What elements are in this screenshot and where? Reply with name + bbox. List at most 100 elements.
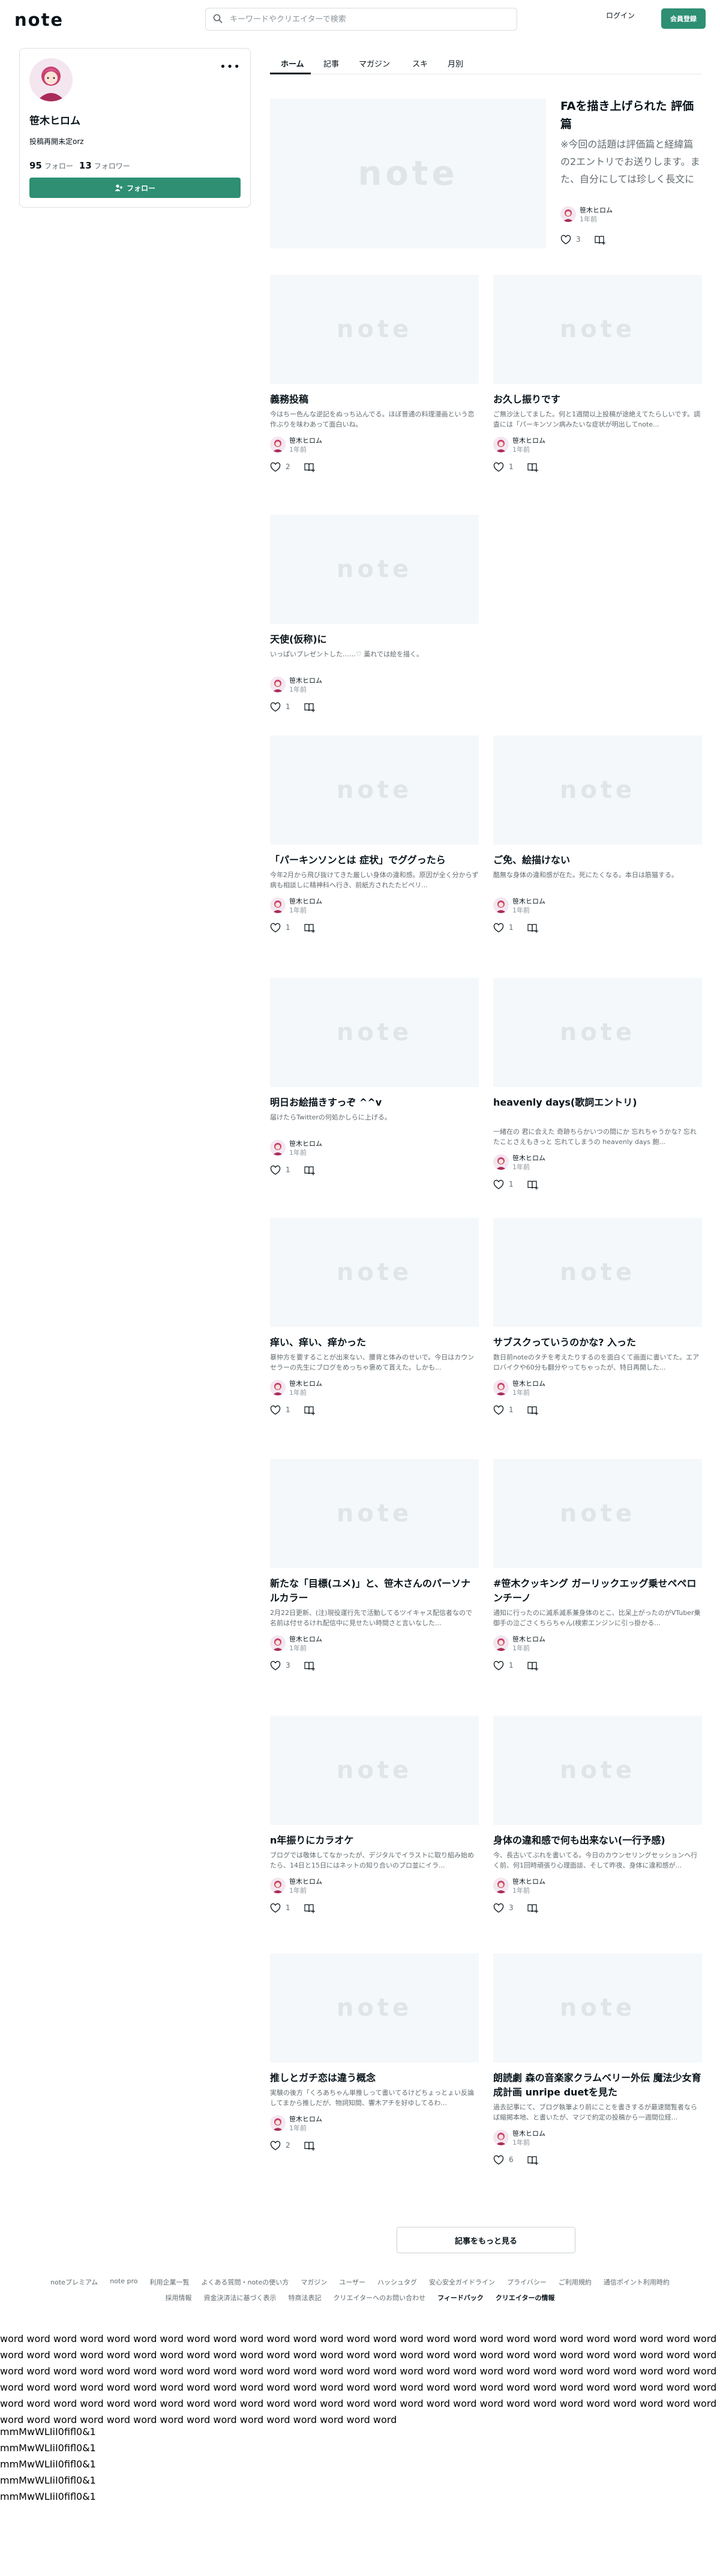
article-thumbnail[interactable]: note bbox=[270, 1953, 479, 2062]
magazine-add-icon[interactable] bbox=[594, 235, 606, 245]
article-title[interactable]: n年振りにカラオケ bbox=[270, 1833, 479, 1848]
article-title[interactable]: 「パーキンソンとは 症状」でググったら bbox=[270, 853, 479, 867]
avatar[interactable] bbox=[493, 1154, 509, 1170]
magazine-add-icon[interactable] bbox=[304, 923, 316, 933]
article-title[interactable]: サブスクっていうのかな? 入った bbox=[493, 1335, 702, 1350]
article-thumbnail[interactable]: note bbox=[270, 1716, 479, 1825]
author-name[interactable]: 笹木ヒロム bbox=[512, 2128, 545, 2138]
article-thumbnail[interactable]: note bbox=[270, 978, 479, 1087]
magazine-add-icon[interactable] bbox=[527, 923, 539, 933]
footer-link[interactable]: 通信ポイント利用時約 bbox=[604, 2277, 670, 2287]
avatar[interactable] bbox=[270, 1140, 286, 1155]
article-title[interactable]: 明日お絵描きすっぞ ^^v bbox=[270, 1095, 479, 1110]
heart-icon[interactable] bbox=[493, 1661, 504, 1671]
article-thumbnail[interactable]: note bbox=[493, 1953, 702, 2062]
article-title[interactable]: 新たな「目標(ユメ)」と、笹木さんのパーソナルカラー bbox=[270, 1577, 479, 1605]
avatar[interactable] bbox=[493, 2130, 509, 2145]
magazine-add-icon[interactable] bbox=[527, 462, 539, 473]
article-thumbnail[interactable]: note bbox=[493, 1459, 702, 1568]
article-title[interactable]: お久し振りです bbox=[493, 392, 702, 407]
follower-label[interactable]: フォロワー bbox=[94, 162, 130, 170]
follow-button[interactable]: フォロー bbox=[29, 178, 241, 198]
article-title[interactable]: 痒い、痒い、痒かった bbox=[270, 1335, 479, 1350]
article-thumbnail[interactable]: note bbox=[270, 1218, 479, 1327]
footer-link[interactable]: プライバシー bbox=[507, 2277, 547, 2287]
author-name[interactable]: 笹木ヒロム bbox=[289, 1634, 322, 1644]
article-thumbnail[interactable]: note bbox=[270, 515, 479, 624]
footer-link[interactable]: ハッシュタグ bbox=[377, 2277, 417, 2287]
avatar[interactable] bbox=[560, 206, 576, 222]
heart-icon[interactable] bbox=[493, 923, 504, 933]
article-title[interactable]: #笹木クッキング ガーリックエッグ乗せペペロンチーノ bbox=[493, 1577, 702, 1605]
author-name[interactable]: 笹木ヒロム bbox=[289, 1139, 322, 1148]
article-title[interactable]: 推しとガチ恋は違う概念 bbox=[270, 2071, 479, 2085]
author-name[interactable]: 笹木ヒロム bbox=[289, 896, 322, 906]
heart-icon[interactable] bbox=[270, 2140, 281, 2151]
heart-icon[interactable] bbox=[560, 235, 571, 245]
note-logo[interactable]: note bbox=[14, 10, 64, 30]
magazine-add-icon[interactable] bbox=[304, 1165, 316, 1176]
avatar[interactable] bbox=[270, 1635, 286, 1651]
article-thumbnail[interactable]: note bbox=[270, 275, 479, 384]
article-title[interactable]: 朗読劇 森の音楽家クラムベリー外伝 魔法少女育成計画 unripe duetを見… bbox=[493, 2071, 702, 2100]
search-input[interactable] bbox=[230, 13, 506, 25]
author-name[interactable]: 笹木ヒロム bbox=[512, 1379, 545, 1388]
author-name[interactable]: 笹木ヒロム bbox=[289, 1877, 322, 1886]
author-name[interactable]: 笹木ヒロム bbox=[289, 436, 322, 445]
heart-icon[interactable] bbox=[270, 1661, 281, 1671]
magazine-add-icon[interactable] bbox=[304, 1405, 316, 1416]
footer-link[interactable]: ユーザー bbox=[339, 2277, 365, 2287]
follower-count[interactable]: 13 bbox=[79, 160, 92, 171]
magazine-add-icon[interactable] bbox=[304, 2140, 316, 2151]
footer-link[interactable]: noteプレミアム bbox=[50, 2277, 98, 2287]
author-name[interactable]: 笹木ヒロム bbox=[512, 1634, 545, 1644]
heart-icon[interactable] bbox=[270, 1903, 281, 1914]
article-title[interactable]: 天使(仮称)に bbox=[270, 632, 479, 647]
magazine-add-icon[interactable] bbox=[527, 1661, 539, 1671]
follow-label[interactable]: フォロー bbox=[44, 162, 73, 170]
article-thumbnail[interactable]: note bbox=[493, 275, 702, 384]
heart-icon[interactable] bbox=[493, 1903, 504, 1914]
magazine-add-icon[interactable] bbox=[527, 2155, 539, 2166]
featured-thumbnail[interactable]: note bbox=[270, 98, 546, 248]
magazine-add-icon[interactable] bbox=[527, 1179, 539, 1190]
footer-link[interactable]: マガジン bbox=[301, 2277, 327, 2287]
heart-icon[interactable] bbox=[270, 1165, 281, 1176]
author-name[interactable]: 笹木ヒロム bbox=[512, 1153, 545, 1163]
footer-link[interactable]: フィードバック bbox=[437, 2293, 484, 2302]
tab-magazines[interactable]: マガジン bbox=[359, 58, 390, 69]
tab-monthly[interactable]: 月別 bbox=[448, 58, 463, 69]
magazine-add-icon[interactable] bbox=[527, 1903, 539, 1914]
heart-icon[interactable] bbox=[493, 462, 504, 473]
article-thumbnail[interactable]: note bbox=[270, 735, 479, 845]
tab-likes[interactable]: スキ bbox=[412, 58, 428, 69]
follow-count[interactable]: 95 bbox=[29, 160, 42, 171]
avatar[interactable] bbox=[270, 897, 286, 913]
article-thumbnail[interactable]: note bbox=[493, 735, 702, 845]
avatar[interactable] bbox=[270, 437, 286, 452]
footer-link[interactable]: クリエイターへのお問い合わせ bbox=[334, 2293, 426, 2302]
article-title[interactable]: heavenly days(歌詞エントリ) bbox=[493, 1095, 702, 1110]
avatar[interactable] bbox=[270, 1380, 286, 1395]
heart-icon[interactable] bbox=[493, 1179, 504, 1190]
magazine-add-icon[interactable] bbox=[304, 462, 316, 473]
magazine-add-icon[interactable] bbox=[304, 702, 316, 713]
author-name[interactable]: 笹木ヒロム bbox=[289, 1379, 322, 1388]
heart-icon[interactable] bbox=[270, 702, 281, 713]
tab-articles[interactable]: 記事 bbox=[323, 58, 339, 69]
author-name[interactable]: 笹木ヒロム bbox=[289, 2114, 322, 2124]
search-box[interactable] bbox=[205, 8, 517, 31]
footer-link[interactable]: 採用情報 bbox=[166, 2293, 192, 2302]
footer-link[interactable]: 利用企業一覧 bbox=[149, 2277, 189, 2287]
tab-home[interactable]: ホーム bbox=[281, 58, 304, 69]
article-thumbnail[interactable]: note bbox=[493, 978, 702, 1087]
footer-link[interactable]: クリエイターの情報 bbox=[496, 2293, 555, 2302]
article-title[interactable]: ご免、絵描けない bbox=[493, 853, 702, 867]
article-title[interactable]: 身体の違和感で何も出来ない(一行予感) bbox=[493, 1833, 702, 1848]
article-thumbnail[interactable]: note bbox=[493, 1218, 702, 1327]
avatar[interactable] bbox=[270, 2115, 286, 2131]
avatar[interactable] bbox=[493, 897, 509, 913]
footer-link[interactable]: ご利用規約 bbox=[559, 2277, 592, 2287]
login-button[interactable]: ログイン bbox=[606, 10, 635, 20]
article-thumbnail[interactable]: note bbox=[270, 1459, 479, 1568]
